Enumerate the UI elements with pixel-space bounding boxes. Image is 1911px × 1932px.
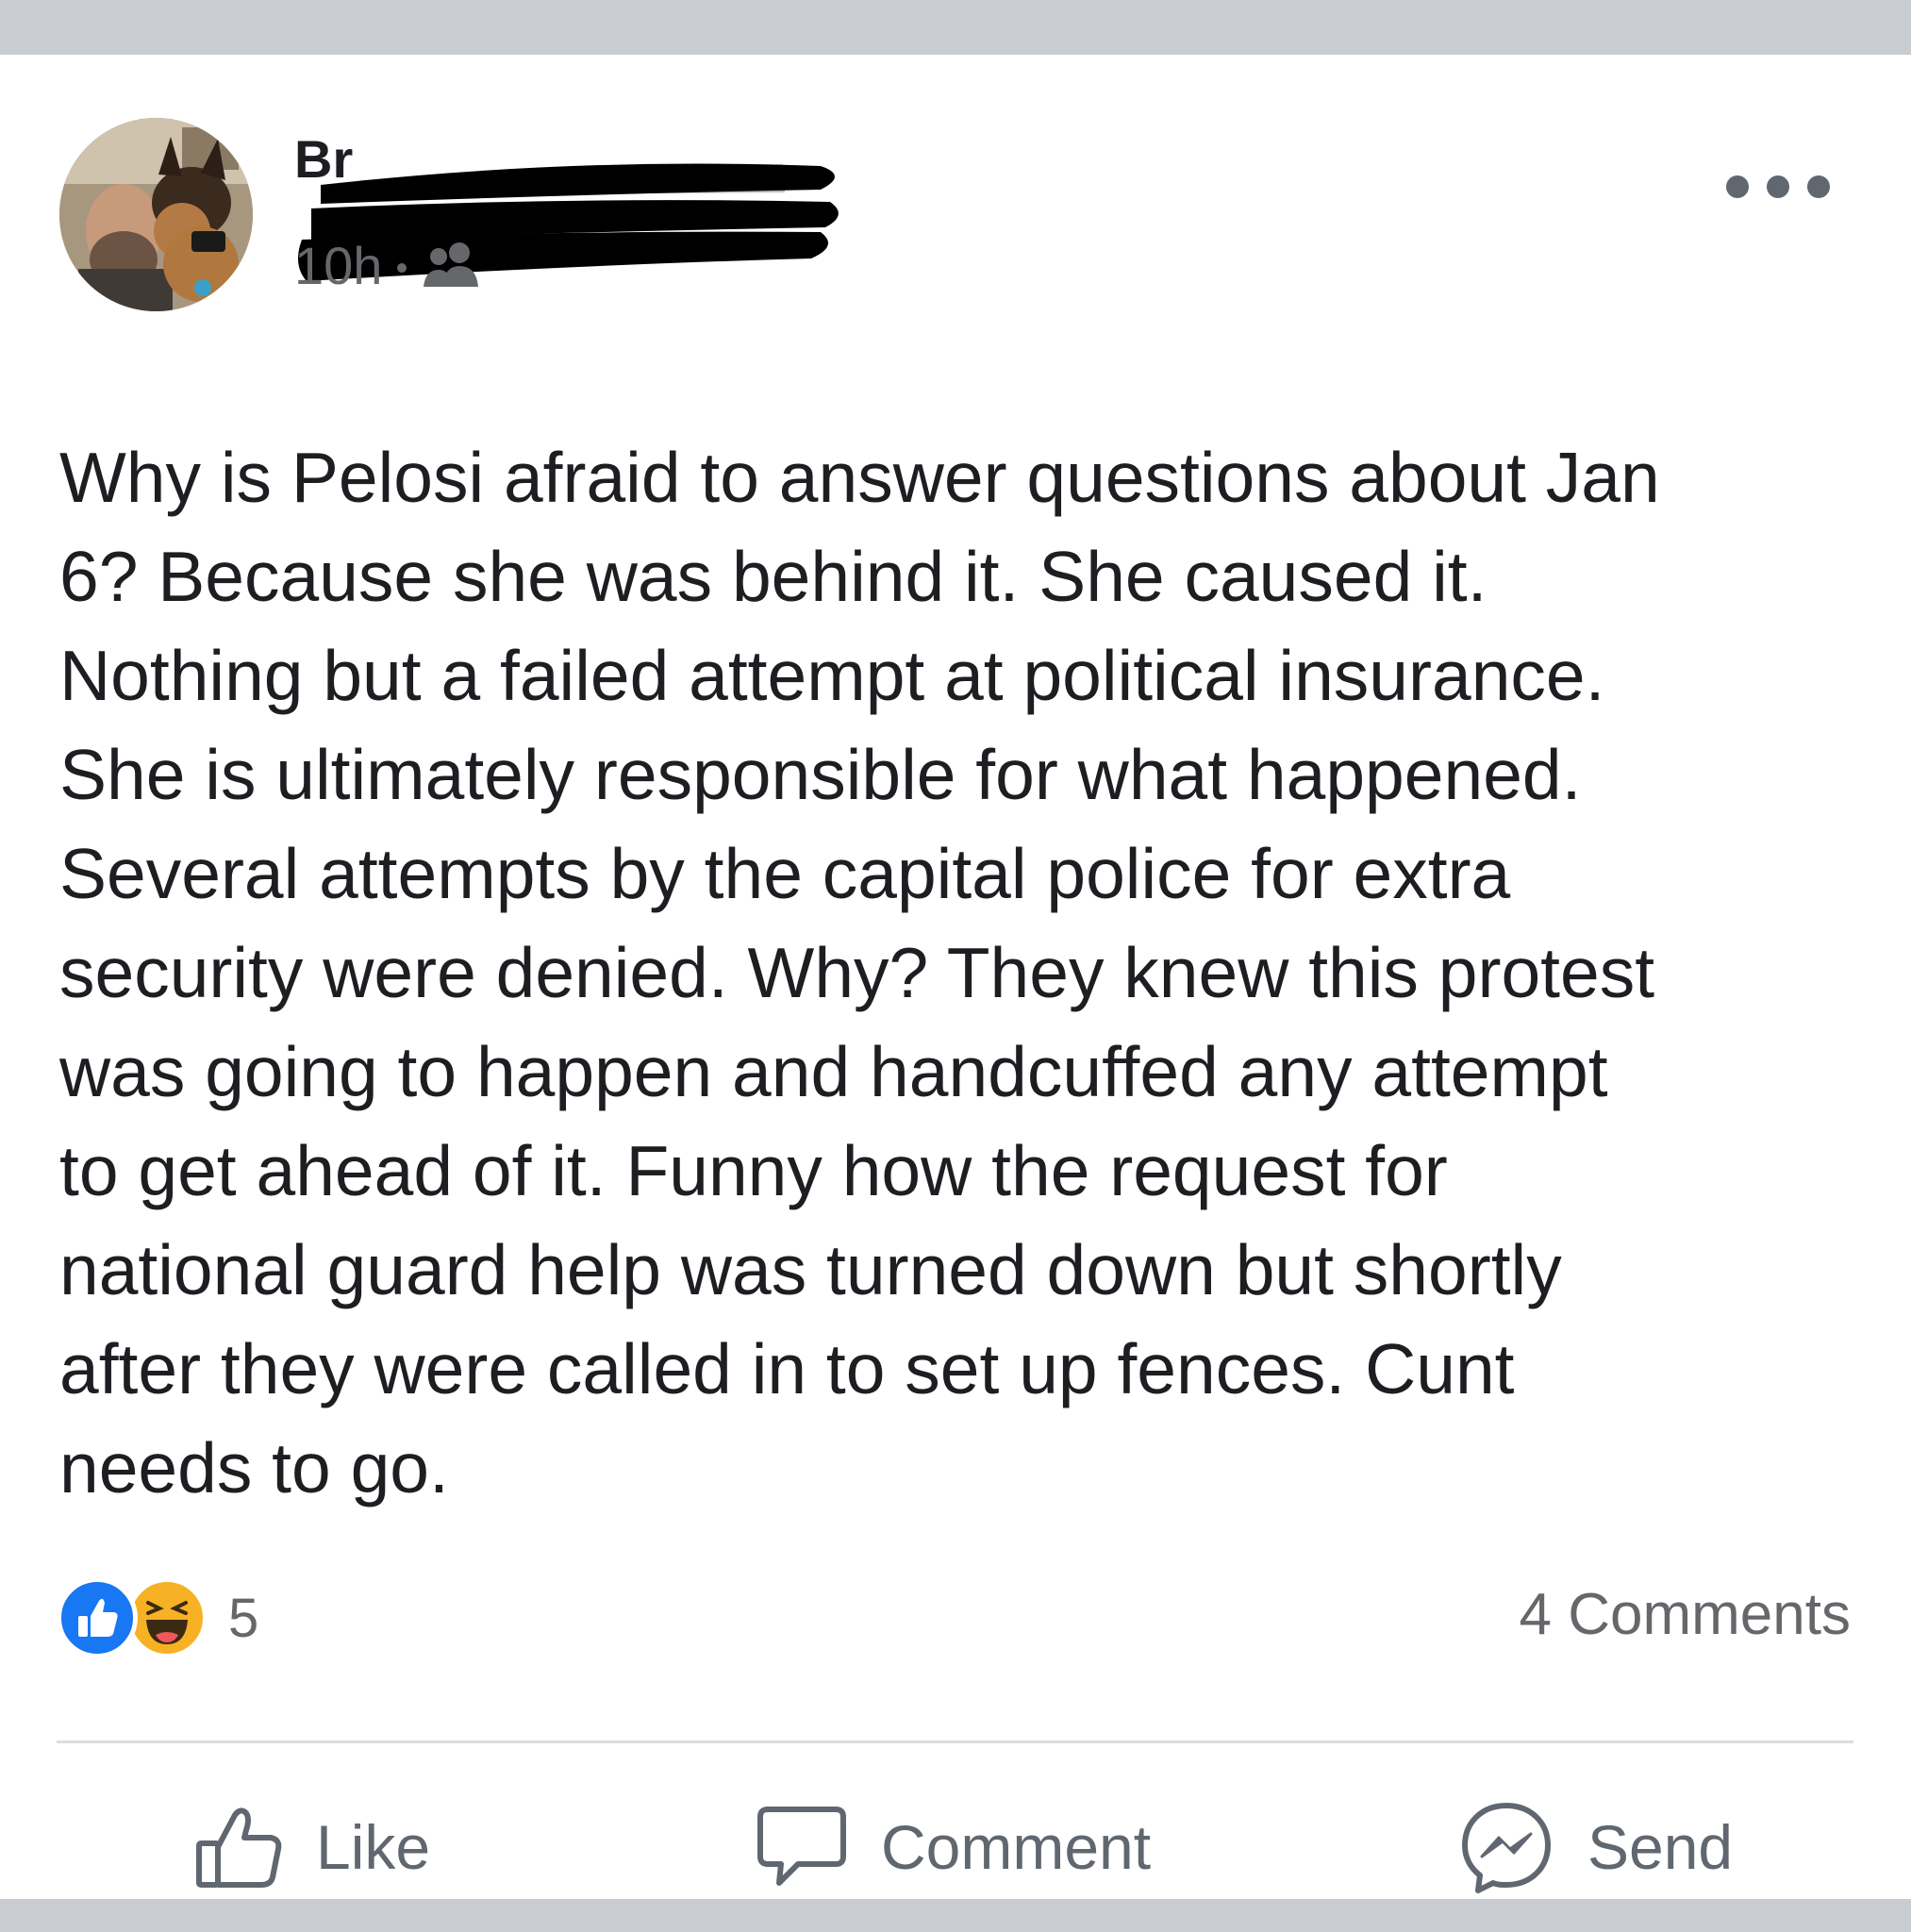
reactions-summary[interactable]: 5	[57, 1575, 258, 1660]
post-card: Br 10h Why is Pelosi afraid to answer qu…	[0, 55, 1911, 1899]
like-label: Like	[316, 1812, 431, 1882]
comments-count-link[interactable]: 4 Comments	[1520, 1581, 1851, 1648]
comment-button[interactable]: Comment	[755, 1795, 1151, 1899]
thumbs-up-icon	[196, 1807, 282, 1888]
haha-reaction-icon	[126, 1577, 208, 1658]
post-timestamp[interactable]: 10h	[294, 235, 382, 296]
more-options-icon[interactable]	[1726, 168, 1830, 206]
author-avatar[interactable]	[59, 118, 253, 311]
friends-icon[interactable]	[422, 240, 482, 291]
messenger-icon	[1462, 1803, 1551, 1893]
send-label: Send	[1587, 1812, 1734, 1882]
more-dot	[1726, 175, 1749, 198]
avatar-photo	[59, 118, 253, 311]
send-button[interactable]: Send	[1457, 1795, 1733, 1899]
post-text: Why is Pelosi afraid to answer questions…	[59, 438, 1660, 1507]
post-meta: 10h	[294, 232, 482, 298]
separator-dot	[397, 263, 407, 273]
divider	[57, 1740, 1853, 1743]
comment-label: Comment	[881, 1812, 1152, 1882]
like-reaction-icon	[57, 1577, 138, 1658]
reaction-count: 5	[228, 1587, 259, 1649]
comment-bubble-icon	[757, 1807, 846, 1886]
more-dot	[1807, 175, 1830, 198]
more-dot	[1767, 175, 1789, 198]
like-button[interactable]: Like	[193, 1795, 430, 1899]
